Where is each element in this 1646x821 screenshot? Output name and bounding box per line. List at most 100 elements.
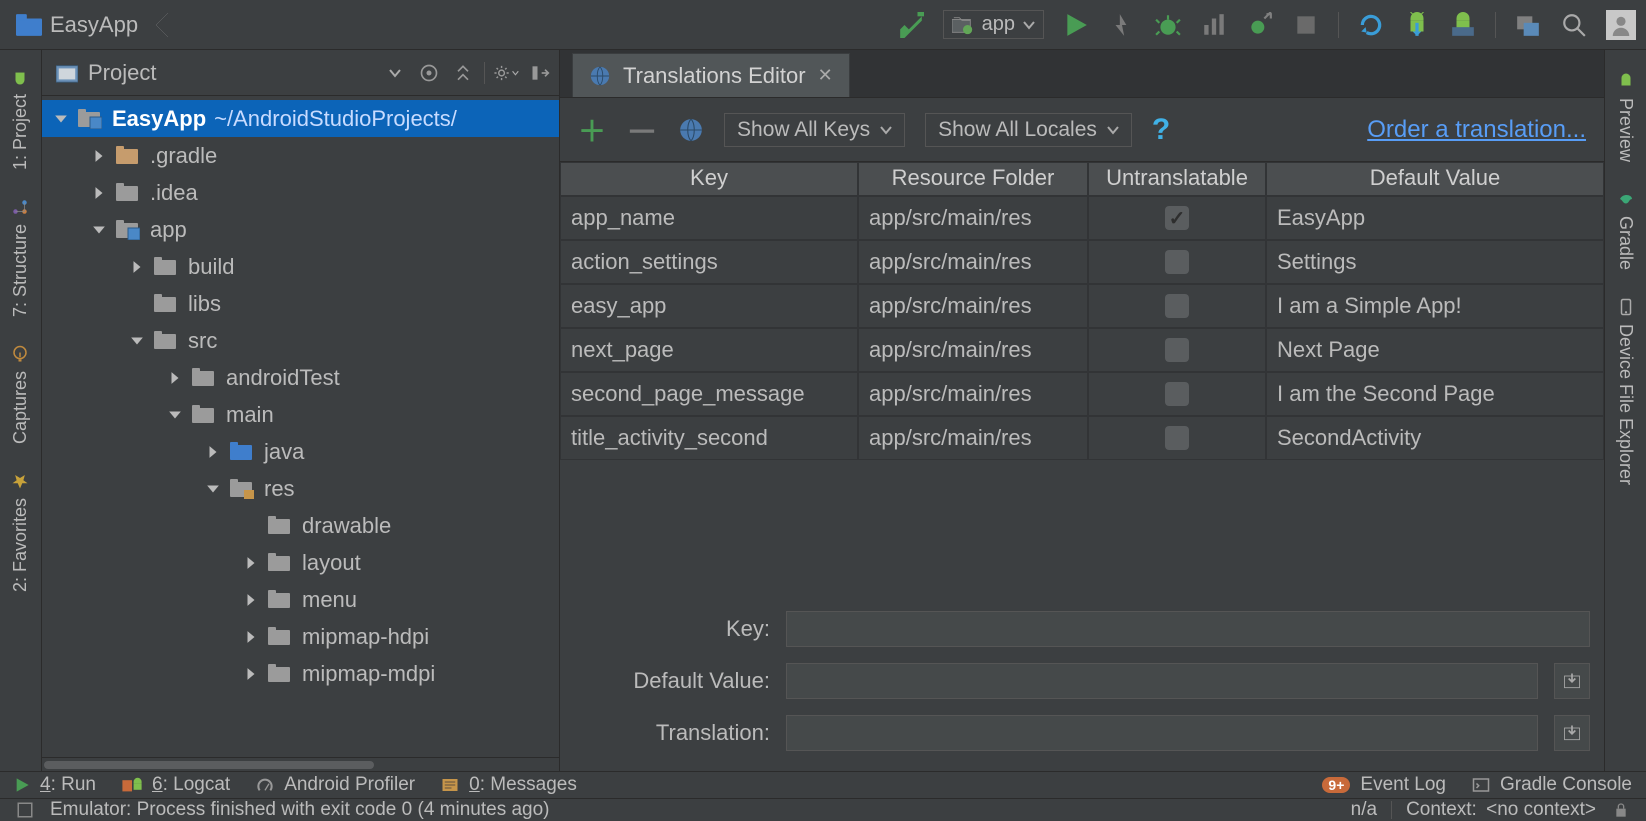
- remove-key-button[interactable]: －: [626, 107, 658, 153]
- cell-untranslatable[interactable]: [1088, 328, 1266, 372]
- status-icon[interactable]: [14, 799, 36, 821]
- default-value-browse-button[interactable]: [1554, 663, 1590, 699]
- view-mode-dropdown[interactable]: [382, 60, 408, 86]
- tree-node-main[interactable]: main: [42, 396, 559, 433]
- expand-toggle[interactable]: [202, 441, 224, 463]
- help-button[interactable]: ?: [1152, 113, 1170, 147]
- expand-toggle[interactable]: [126, 293, 148, 315]
- rail-project[interactable]: 1: Project: [8, 54, 33, 184]
- make-project-button[interactable]: [897, 11, 925, 39]
- checkbox[interactable]: [1165, 382, 1189, 406]
- expand-toggle[interactable]: [164, 404, 186, 426]
- profile-button[interactable]: [1200, 11, 1228, 39]
- key-field[interactable]: [786, 611, 1590, 647]
- avd-manager-button[interactable]: [1403, 11, 1431, 39]
- cell-untranslatable[interactable]: [1088, 284, 1266, 328]
- bottom-tab-run[interactable]: 4: Run: [14, 774, 96, 796]
- default-value-field[interactable]: [786, 663, 1538, 699]
- rail-gradle[interactable]: Gradle: [1613, 176, 1638, 284]
- checkbox[interactable]: [1165, 426, 1189, 450]
- close-tab-button[interactable]: ✕: [818, 65, 833, 86]
- expand-toggle[interactable]: [240, 552, 262, 574]
- tree-node-java[interactable]: java: [42, 433, 559, 470]
- table-row[interactable]: easy_appapp/src/main/res I am a Simple Ap…: [560, 284, 1604, 328]
- checkbox[interactable]: [1165, 250, 1189, 274]
- tree-node-layout[interactable]: layout: [42, 544, 559, 581]
- run-configuration-selector[interactable]: app: [943, 10, 1044, 39]
- debug-button[interactable]: [1154, 11, 1182, 39]
- cell-default-value[interactable]: EasyApp: [1266, 196, 1604, 240]
- rail-device-file-explorer[interactable]: Device File Explorer: [1613, 284, 1638, 499]
- breadcrumb-project[interactable]: EasyApp: [50, 12, 138, 38]
- tree-node--gradle[interactable]: .gradle: [42, 137, 559, 174]
- cell-key[interactable]: action_settings: [560, 240, 858, 284]
- expand-toggle[interactable]: [126, 256, 148, 278]
- col-untrans[interactable]: Untranslatable: [1088, 162, 1266, 196]
- cell-untranslatable[interactable]: [1088, 196, 1266, 240]
- cell-key[interactable]: easy_app: [560, 284, 858, 328]
- sync-gradle-button[interactable]: [1357, 11, 1385, 39]
- locales-filter-dropdown[interactable]: Show All Locales: [925, 113, 1132, 147]
- cell-folder[interactable]: app/src/main/res: [858, 416, 1088, 460]
- tree-node-menu[interactable]: menu: [42, 581, 559, 618]
- expand-toggle[interactable]: [202, 478, 224, 500]
- bottom-tab-profiler[interactable]: Android Profiler: [256, 774, 415, 796]
- table-row[interactable]: action_settingsapp/src/main/resSettings: [560, 240, 1604, 284]
- tree-node--idea[interactable]: .idea: [42, 174, 559, 211]
- checkbox[interactable]: [1165, 206, 1189, 230]
- add-key-button[interactable]: ＋: [578, 110, 606, 150]
- search-everywhere-button[interactable]: [1560, 11, 1588, 39]
- hide-panel-button[interactable]: [527, 60, 553, 86]
- apply-changes-button[interactable]: [1108, 11, 1136, 39]
- translation-field[interactable]: [786, 715, 1538, 751]
- project-structure-button[interactable]: [1514, 11, 1542, 39]
- horizontal-scrollbar[interactable]: [42, 757, 559, 771]
- scroll-from-source-button[interactable]: [416, 60, 442, 86]
- project-tree[interactable]: EasyApp~/AndroidStudioProjects/.gradle.i…: [42, 96, 559, 757]
- bottom-tab-gradle-console[interactable]: Gradle Console: [1472, 774, 1632, 796]
- tree-node-app[interactable]: app: [42, 211, 559, 248]
- cell-key[interactable]: second_page_message: [560, 372, 858, 416]
- tree-node-build[interactable]: build: [42, 248, 559, 285]
- bottom-tab-event-log[interactable]: 9+ Event Log: [1322, 774, 1446, 796]
- stop-button[interactable]: [1292, 11, 1320, 39]
- col-default[interactable]: Default Value: [1266, 162, 1604, 196]
- user-avatar[interactable]: [1606, 10, 1636, 40]
- checkbox[interactable]: [1165, 338, 1189, 362]
- expand-toggle[interactable]: [88, 145, 110, 167]
- table-row[interactable]: app_nameapp/src/main/resEasyApp: [560, 196, 1604, 240]
- cell-default-value[interactable]: I am the Second Page: [1266, 372, 1604, 416]
- expand-toggle[interactable]: [240, 589, 262, 611]
- tab-translations-editor[interactable]: Translations Editor ✕: [572, 53, 850, 97]
- expand-toggle[interactable]: [164, 367, 186, 389]
- rail-captures[interactable]: Captures: [8, 331, 33, 458]
- tree-node-androidtest[interactable]: androidTest: [42, 359, 559, 396]
- tree-root[interactable]: EasyApp~/AndroidStudioProjects/: [42, 100, 559, 137]
- bottom-tab-logcat[interactable]: 6: Logcat: [122, 774, 230, 796]
- cell-default-value[interactable]: I am a Simple App!: [1266, 284, 1604, 328]
- expand-toggle[interactable]: [50, 108, 72, 130]
- memory-lock-icon[interactable]: [1610, 799, 1632, 821]
- table-row[interactable]: next_pageapp/src/main/resNext Page: [560, 328, 1604, 372]
- cell-default-value[interactable]: SecondActivity: [1266, 416, 1604, 460]
- keys-filter-dropdown[interactable]: Show All Keys: [724, 113, 905, 147]
- expand-toggle[interactable]: [240, 626, 262, 648]
- col-folder[interactable]: Resource Folder: [858, 162, 1088, 196]
- cell-folder[interactable]: app/src/main/res: [858, 196, 1088, 240]
- project-panel-title[interactable]: Project: [88, 60, 156, 86]
- expand-toggle[interactable]: [240, 663, 262, 685]
- expand-toggle[interactable]: [240, 515, 262, 537]
- attach-debugger-button[interactable]: [1246, 11, 1274, 39]
- cell-folder[interactable]: app/src/main/res: [858, 284, 1088, 328]
- table-row[interactable]: second_page_messageapp/src/main/resI am …: [560, 372, 1604, 416]
- cell-folder[interactable]: app/src/main/res: [858, 240, 1088, 284]
- tree-node-src[interactable]: src: [42, 322, 559, 359]
- col-key[interactable]: Key: [560, 162, 858, 196]
- tree-node-res[interactable]: res: [42, 470, 559, 507]
- order-translation-link[interactable]: Order a translation...: [1367, 116, 1586, 144]
- tree-node-libs[interactable]: libs: [42, 285, 559, 322]
- expand-toggle[interactable]: [126, 330, 148, 352]
- cell-folder[interactable]: app/src/main/res: [858, 328, 1088, 372]
- sdk-manager-button[interactable]: [1449, 11, 1477, 39]
- tree-node-mipmap-mdpi[interactable]: mipmap-mdpi: [42, 655, 559, 692]
